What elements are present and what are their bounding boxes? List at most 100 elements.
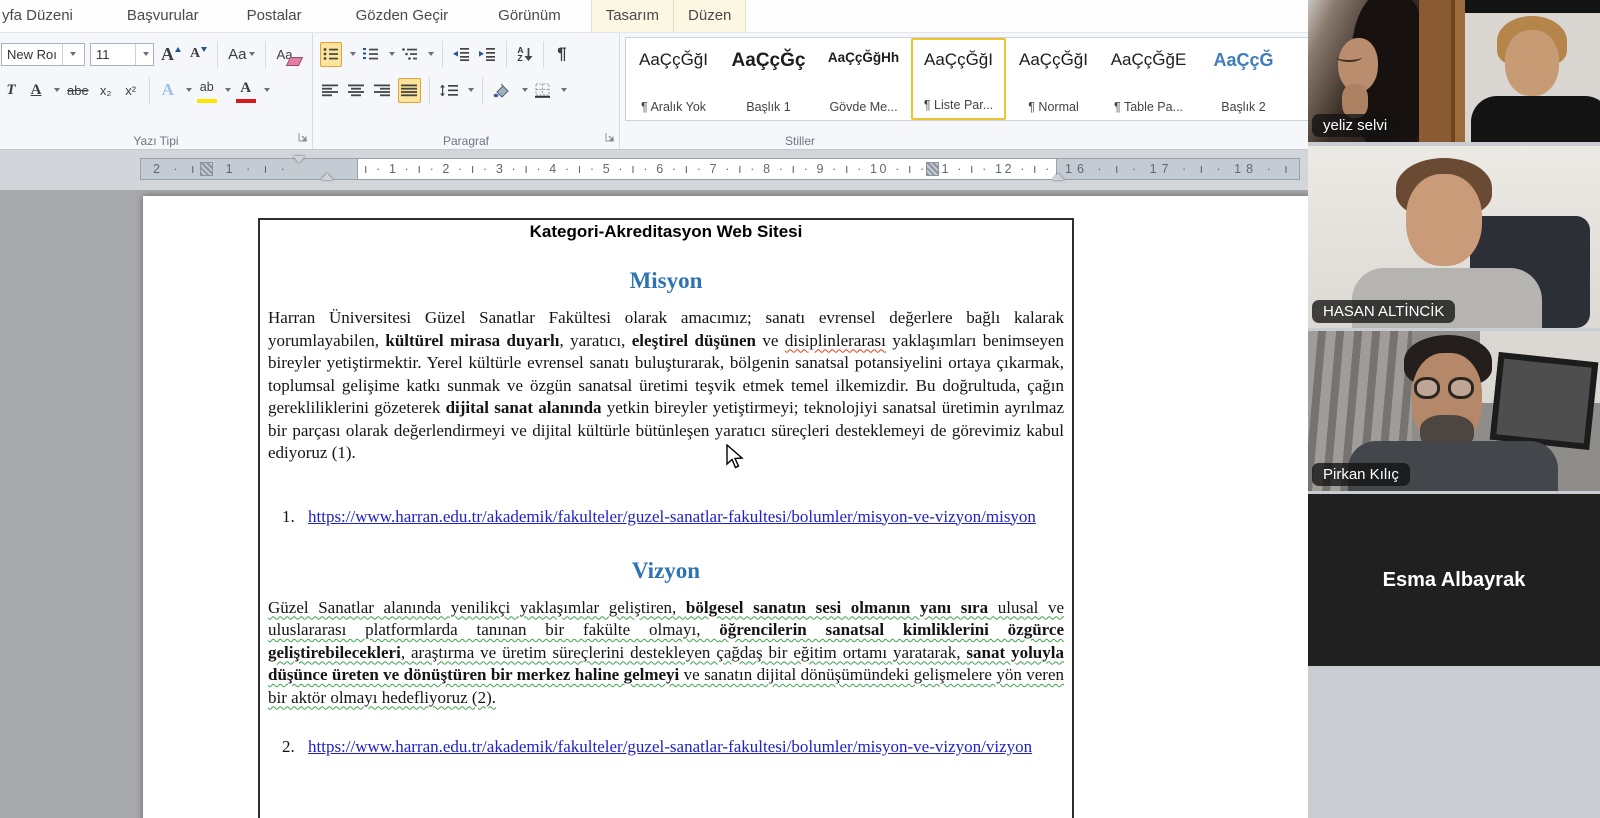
tab-duzen[interactable]: Düzen (673, 0, 745, 32)
tab-sayfa-duzeni[interactable]: yfa Düzeni (0, 0, 87, 32)
multilevel-list-button[interactable] (400, 42, 420, 67)
dropdown-caret-icon (143, 52, 149, 56)
table-column-marker[interactable] (200, 162, 213, 176)
document-area: Kategori-Akreditasyon Web Sitesi Misyon … (0, 190, 1310, 818)
up-triangle-icon (175, 47, 181, 52)
underline-button[interactable]: A (26, 78, 46, 103)
video-yeliz-selvi[interactable]: yeliz selvi (1308, 0, 1419, 142)
content-table-box: Kategori-Akreditasyon Web Sitesi Misyon … (258, 218, 1074, 818)
tab-gorunum[interactable]: Görünüm (484, 0, 575, 32)
video-tile-pirkan-kilic[interactable]: Pirkan Kılıç (1308, 331, 1600, 491)
participant-name-tag: Pirkan Kılıç (1312, 463, 1410, 486)
align-left-button[interactable] (320, 78, 341, 103)
tab-basvurular[interactable]: Başvurular (113, 0, 213, 32)
style-baslik-1[interactable]: AaÇçĞç Başlık 1 (721, 38, 816, 120)
dropdown-caret-icon[interactable] (561, 88, 567, 92)
align-center-button[interactable] (346, 78, 367, 103)
indent-icon (479, 47, 496, 61)
style-liste-paragraf-selected[interactable]: AaÇçĞğI ¶ Liste Par... (911, 38, 1006, 120)
outdent-icon (453, 47, 470, 61)
font-color-button[interactable]: A (236, 78, 256, 103)
dropdown-caret-icon[interactable] (428, 52, 434, 56)
ribbon: New Roı 11 A A Aa Aa T A abe x₂ (0, 32, 1310, 150)
shading-button[interactable] (491, 78, 514, 103)
style-baslik-2[interactable]: AaÇçĞ Başlık 2 (1196, 38, 1291, 120)
dropdown-caret-icon[interactable] (264, 88, 270, 92)
hanging-indent-marker[interactable] (321, 173, 333, 180)
dropdown-caret-icon[interactable] (522, 88, 528, 92)
style-table-paragraph[interactable]: AaÇçĞğE ¶ Table Pa... (1101, 38, 1196, 120)
numbering-button[interactable] (361, 42, 381, 67)
dropdown-caret-icon[interactable] (186, 88, 192, 92)
tab-tasarim[interactable]: Tasarım (592, 0, 673, 32)
separator (149, 77, 150, 104)
dropdown-caret-icon[interactable] (350, 52, 356, 56)
shrink-font-button[interactable]: A (188, 42, 209, 67)
justify-button[interactable] (398, 78, 421, 103)
font-size-combo[interactable]: 11 (90, 43, 154, 66)
strikethrough-button[interactable]: abe (65, 78, 91, 103)
table-column-marker[interactable] (926, 162, 939, 176)
decrease-indent-button[interactable] (451, 42, 472, 67)
participant-name-tag: yeliz selvi (1312, 114, 1398, 137)
group-styles: AaÇçĞğI ¶ Aralık Yok AaÇçĞç Başlık 1 AaÇ… (620, 33, 1310, 149)
align-right-icon (374, 84, 391, 97)
video-tile-esma-albayrak-camera-off[interactable]: Esma Albayrak (1308, 494, 1600, 666)
show-paragraph-marks-button[interactable]: ¶ (552, 42, 572, 67)
styles-gallery: AaÇçĞğI ¶ Aralık Yok AaÇçĞç Başlık 1 AaÇ… (625, 37, 1310, 121)
right-indent-marker[interactable] (1052, 173, 1064, 180)
dialog-launcher-icon[interactable] (298, 129, 308, 147)
line-spacing-icon (440, 84, 458, 97)
video-participant-2[interactable] (1419, 0, 1600, 142)
dialog-launcher-icon[interactable] (605, 129, 615, 147)
dropdown-caret-icon[interactable] (225, 88, 231, 92)
font-name-combo[interactable]: New Roı (1, 43, 85, 66)
contextual-tabs: Tasarım Düzen (591, 0, 747, 32)
vizyon-link[interactable]: https://www.harran.edu.tr/akademik/fakul… (308, 737, 1032, 756)
borders-button[interactable] (533, 78, 553, 103)
numbered-list-icon (363, 47, 379, 61)
bullets-button[interactable] (320, 42, 342, 67)
italic-button[interactable]: T (1, 78, 21, 103)
video-tile-row-1[interactable]: yeliz selvi (1308, 0, 1600, 142)
video-tile-hasan-altincik[interactable]: HASAN ALTİNCİK (1308, 146, 1600, 328)
style-aralik-yok[interactable]: AaÇçĞğI ¶ Aralık Yok (626, 38, 721, 120)
grow-font-button[interactable]: A (159, 42, 183, 67)
borders-grid-icon (535, 83, 551, 98)
style-normal[interactable]: AaÇçĞğI ¶ Normal (1006, 38, 1101, 120)
separator (442, 41, 443, 68)
sort-button[interactable]: AZ (515, 42, 535, 67)
vizyon-list-item: 2. https://www.harran.edu.tr/akademik/fa… (274, 735, 1064, 758)
down-arrow-icon (524, 47, 533, 62)
document-page[interactable]: Kategori-Akreditasyon Web Sitesi Misyon … (143, 196, 1310, 818)
change-case-button[interactable]: Aa (226, 42, 257, 67)
group-label-paragraph: Paragraf (313, 134, 619, 148)
misyon-link[interactable]: https://www.harran.edu.tr/akademik/fakul… (308, 507, 1036, 526)
document-title: Kategori-Akreditasyon Web Sitesi (268, 222, 1064, 242)
separator (543, 41, 544, 68)
align-right-button[interactable] (372, 78, 393, 103)
text-effects-button[interactable]: A (158, 78, 178, 103)
superscript-button[interactable]: x² (121, 78, 141, 103)
horizontal-ruler[interactable]: 2 · ı · 1 · ı · ı · 1 · ı · 2 · ı · 3 · … (140, 158, 1300, 180)
increase-indent-button[interactable] (477, 42, 498, 67)
first-line-indent-marker[interactable] (293, 156, 305, 163)
clear-formatting-button[interactable]: Aa (274, 42, 294, 67)
ribbon-tab-bar: yfa Düzeni Başvurular Postalar Gözden Ge… (0, 0, 1310, 32)
tab-postalar[interactable]: Postalar (233, 0, 316, 32)
dropdown-caret-icon[interactable] (468, 88, 474, 92)
person-glasses (1414, 377, 1440, 399)
style-govde-metni[interactable]: AaÇçĞğHh Gövde Me... (816, 38, 911, 120)
dropdown-caret-icon[interactable] (54, 88, 60, 92)
tab-gozden-gecir[interactable]: Gözden Geçir (342, 0, 463, 32)
subscript-button[interactable]: x₂ (96, 78, 116, 103)
group-paragraph: AZ ¶ (313, 33, 620, 149)
align-center-icon (348, 84, 365, 97)
vizyon-paragraph: Güzel Sanatlar alanında yenilikçi yaklaş… (268, 597, 1064, 710)
dropdown-caret-icon[interactable] (389, 52, 395, 56)
participant-name-centered: Esma Albayrak (1383, 569, 1526, 592)
highlight-color-button[interactable]: ab (197, 78, 217, 103)
group-font: New Roı 11 A A Aa Aa T A abe x₂ (0, 33, 313, 149)
line-spacing-button[interactable] (438, 78, 460, 103)
person-shoulders (1471, 96, 1600, 142)
